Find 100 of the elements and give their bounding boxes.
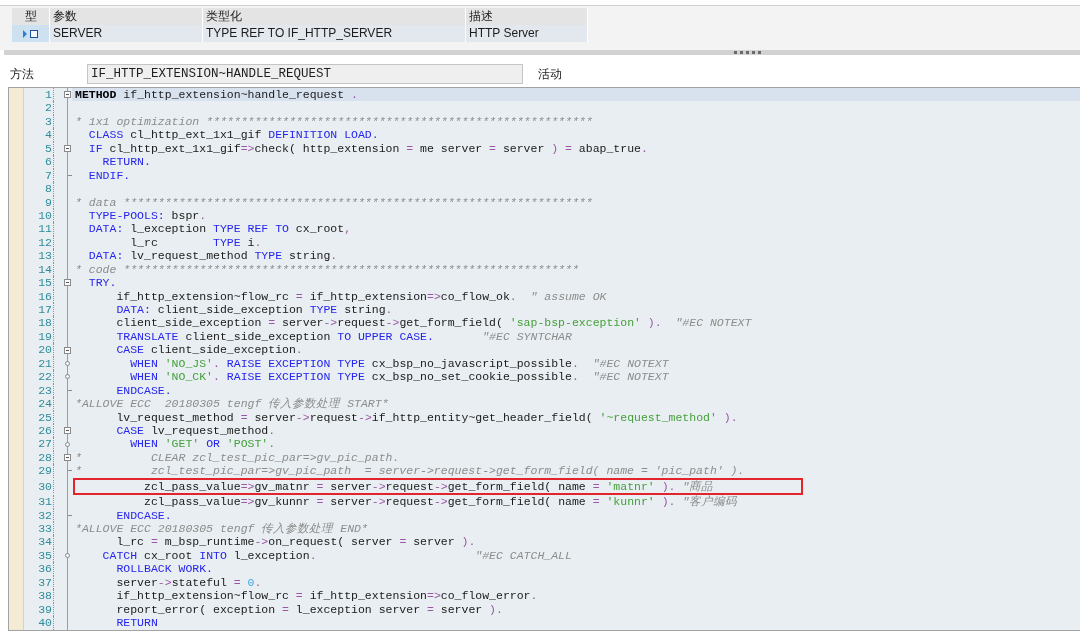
- line-number: 26: [38, 423, 52, 437]
- line-number: 34: [38, 535, 52, 549]
- code-line: WHEN 'GET' OR 'POST'.: [130, 437, 276, 451]
- line-number: 8: [45, 182, 52, 196]
- line-number: 19: [38, 329, 52, 343]
- code-line: *ALLOVE ECC 20180305 tengf 传入参数处理 START*: [75, 397, 389, 411]
- column-header[interactable]: 描述: [466, 8, 588, 25]
- code-line: *ALLOVE ECC 20180305 tengf 传入参数处理 END*: [75, 522, 368, 535]
- line-number: 2: [45, 101, 52, 115]
- table-cell: TYPE REF TO IF_HTTP_SERVER: [203, 25, 466, 42]
- collapse-icon[interactable]: [64, 144, 71, 152]
- line-number: 31: [38, 495, 52, 509]
- code-line: * 1x1 optimization ********************************************************: [75, 114, 593, 128]
- collapse-icon[interactable]: [64, 346, 71, 354]
- line-number: 28: [38, 450, 52, 464]
- code-line: DATA: l_exception TYPE REF TO cx_root,: [88, 222, 352, 236]
- line-number: 15: [38, 276, 52, 290]
- code-line: CASE lv_request_method.: [116, 423, 276, 437]
- method-field[interactable]: IF_HTTP_EXTENSION~HANDLE_REQUEST: [87, 64, 523, 84]
- line-number: 13: [38, 249, 52, 263]
- line-number: 30: [38, 479, 52, 493]
- code-line: zcl_pass_value=>gv_matnr = server->request->get_form_field( name = 'matnr' ). "商品: [144, 479, 714, 493]
- line-number: 27: [38, 437, 52, 451]
- line-number: 12: [38, 235, 52, 249]
- line-number: 14: [38, 262, 52, 276]
- column-header[interactable]: 型: [12, 8, 50, 25]
- small-circle-icon: [65, 374, 70, 380]
- code-line: WHEN 'NO_JS'. RAISE EXCEPTION TYPE cx_bsp_no_javascript_possible. "#EC NOTEXT: [130, 356, 669, 370]
- code-line: ENDCASE.: [116, 508, 172, 522]
- line-number: 9: [45, 195, 52, 209]
- grip-icon: [734, 51, 761, 54]
- line-number: 22: [38, 370, 52, 384]
- line-number: 32: [38, 508, 52, 522]
- code-line: client_side_exception = server->request->get_form_field( 'sap-bsp-exception' ). "#EC NOTEXT: [116, 316, 752, 330]
- collapse-icon[interactable]: [64, 279, 71, 287]
- code-line: ENDCASE.: [116, 383, 172, 397]
- code-line: * data ********************************************************************: [75, 195, 593, 209]
- table-cell: SERVER: [50, 25, 203, 42]
- small-circle-icon: [65, 553, 70, 559]
- code-line: if_http_extension~flow_rc = if_http_extension=>co_flow_ok. " assume OK: [116, 289, 607, 303]
- line-number: 11: [38, 222, 52, 236]
- line-number: 33: [38, 522, 52, 535]
- line-number: 25: [38, 410, 52, 424]
- collapse-icon[interactable]: [64, 454, 71, 462]
- collapse-icon[interactable]: [64, 91, 71, 99]
- code-line: WHEN 'NO_CK'. RAISE EXCEPTION TYPE cx_bsp_no_set_cookie_possible. "#EC NOTEXT: [130, 370, 669, 384]
- code-line: ROLLBACK WORK.: [116, 562, 214, 576]
- code-line: * code ******************************************************************: [75, 262, 579, 276]
- line-number: 39: [38, 602, 52, 616]
- code-line: IF cl_http_ext_1x1_gif=>check( http_extension = me server = server ) = abap_true.: [88, 141, 648, 155]
- code-line: lv_request_method = server->request->if_http_entity~get_header_field( '~request_method' ).: [116, 410, 738, 424]
- line-number: 24: [38, 397, 52, 411]
- line-number: 37: [38, 575, 52, 589]
- code-line: RETURN: [116, 616, 158, 630]
- code-line: server->stateful = 0.: [116, 575, 262, 589]
- line-number: 38: [38, 589, 52, 603]
- line-number: 4: [45, 128, 52, 142]
- line-number: 5: [45, 141, 52, 155]
- line-number: 40: [38, 616, 52, 630]
- line-number: 18: [38, 316, 52, 330]
- code-line: CATCH cx_root INTO l_exception. "#EC CATCH_ALL: [102, 548, 572, 562]
- table-cell: HTTP Server: [466, 25, 588, 42]
- line-number: 20: [38, 343, 52, 357]
- line-number: 23: [38, 383, 52, 397]
- code-line: TRANSLATE client_side_exception TO UPPER CASE. "#EC SYNTCHAR: [116, 329, 572, 343]
- small-circle-icon: [65, 360, 70, 366]
- code-line: TYPE-POOLS: bspr.: [88, 208, 207, 222]
- code-line: TRY.: [88, 276, 117, 290]
- code-line: CASE client_side_exception.: [116, 343, 303, 357]
- code-line: * CLEAR zcl_test_pic_par=>gv_pic_path.: [75, 450, 400, 464]
- column-header[interactable]: 类型化: [203, 8, 466, 25]
- code-line: if_http_extension~flow_rc = if_http_extension=>co_flow_error.: [116, 589, 538, 603]
- line-number: 35: [38, 548, 52, 562]
- collapse-icon[interactable]: [64, 427, 71, 435]
- line-number: 6: [45, 155, 52, 169]
- small-circle-icon: [65, 441, 70, 447]
- code-line: * zcl_test_pic_par=>gv_pic_path = server->request->get_form_field( name = 'pic_path' ).: [75, 464, 745, 478]
- line-number: 21: [38, 356, 52, 370]
- code-line: l_rc = m_bsp_runtime->on_request( server = server ).: [116, 535, 476, 549]
- code-line: DATA: lv_request_method TYPE string.: [88, 249, 338, 263]
- code-editor[interactable]: [8, 87, 1080, 631]
- line-number: 29: [38, 464, 52, 478]
- code-line: RETURN.: [102, 155, 151, 169]
- line-number: 3: [45, 114, 52, 128]
- code-line: zcl_pass_value=>gv_kunnr = server->request->get_form_field( name = 'kunnr' ). "客户编码: [144, 495, 738, 509]
- line-number: 36: [38, 562, 52, 576]
- line-number: 17: [38, 303, 52, 316]
- code-line: report_error( exception = l_exception server = server ).: [116, 602, 503, 616]
- code-line: l_rc TYPE i.: [130, 235, 262, 249]
- line-number: 1: [45, 88, 52, 101]
- code-line: ENDIF.: [88, 168, 131, 182]
- code-line: METHOD if_http_extension~handle_request .: [75, 88, 358, 101]
- line-number: 10: [38, 208, 52, 222]
- arrow-square-icon: [23, 29, 38, 38]
- status-label: 活动: [538, 65, 562, 83]
- column-header[interactable]: 参数: [50, 8, 203, 25]
- code-line: DATA: client_side_exception TYPE string.: [116, 303, 393, 316]
- line-number: 7: [45, 168, 52, 182]
- code-line: CLASS cl_http_ext_1x1_gif DEFINITION LOAD.: [88, 128, 379, 142]
- field-label: 方法: [10, 66, 34, 81]
